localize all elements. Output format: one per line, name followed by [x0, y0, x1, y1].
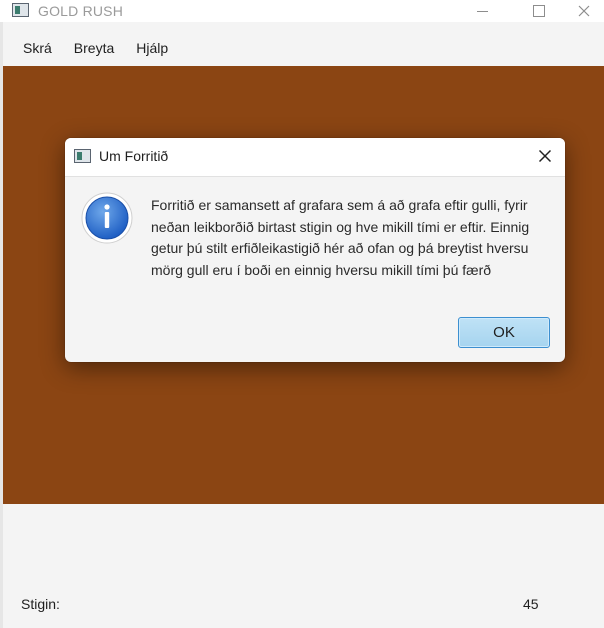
window-title: GOLD RUSH — [38, 3, 124, 19]
score-value: 45 — [523, 596, 539, 612]
dialog-close-button[interactable] — [533, 144, 557, 168]
close-icon — [538, 149, 552, 163]
dialog-title: Um Forritið — [99, 148, 169, 164]
menu-breyta[interactable]: Breyta — [63, 40, 125, 56]
menu-bar: Skrá Breyta Hjálp — [3, 30, 604, 66]
menu-hjalp[interactable]: Hjálp — [125, 40, 179, 56]
minimize-button[interactable] — [462, 0, 502, 22]
app-icon — [12, 3, 29, 17]
score-label: Stigin: — [21, 596, 60, 612]
minimize-icon — [476, 10, 488, 12]
about-dialog: Um Forritið Forritið er samansett af gra… — [65, 138, 565, 362]
ok-button[interactable]: OK — [458, 317, 550, 348]
dialog-message: Forritið er samansett af grafara sem á a… — [151, 197, 530, 278]
close-button[interactable] — [564, 0, 604, 22]
maximize-icon — [533, 5, 545, 17]
menu-skra[interactable]: Skrá — [12, 40, 63, 56]
close-icon — [578, 5, 590, 17]
status-bar: Stigin: 45 — [3, 504, 604, 628]
dialog-body: Forritið er samansett af grafara sem á a… — [65, 176, 565, 362]
window-titlebar: GOLD RUSH — [0, 0, 604, 22]
dialog-titlebar: Um Forritið — [65, 138, 565, 177]
maximize-button[interactable] — [519, 0, 559, 22]
info-icon — [81, 192, 133, 244]
dialog-app-icon — [74, 149, 91, 163]
